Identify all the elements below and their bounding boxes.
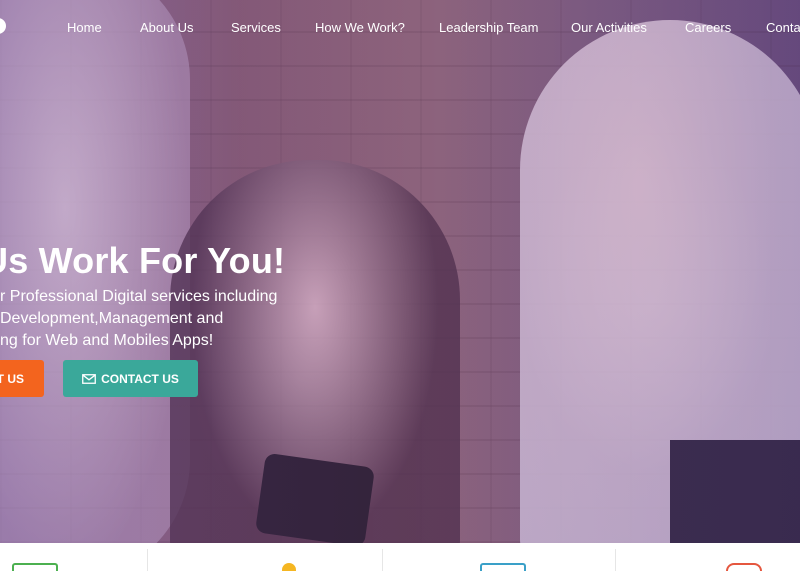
nav-item-home[interactable]: Home <box>67 20 102 35</box>
nav-item-leadership-team[interactable]: Leadership Team <box>439 20 539 35</box>
top-navigation: Home About Us Services How We Work? Lead… <box>0 0 800 56</box>
contact-us-label: CONTACT US <box>101 371 179 386</box>
primary-cta-button[interactable]: T US <box>0 360 44 397</box>
hero-banner: Home About Us Services How We Work? Lead… <box>0 0 800 543</box>
hero-headline: Us Work For You! <box>0 240 286 281</box>
divider <box>147 549 148 571</box>
nav-item-how-we-work[interactable]: How We Work? <box>315 20 405 35</box>
service-settings-icon <box>726 563 762 571</box>
nav-item-our-activities[interactable]: Our Activities <box>571 20 647 35</box>
hero-description-line: Development,Management and <box>0 310 224 327</box>
nav-item-about-us[interactable]: About Us <box>140 20 193 35</box>
mail-icon <box>82 373 97 384</box>
nav-item-contact[interactable]: Conta <box>766 20 800 35</box>
primary-cta-label: T US <box>0 371 24 386</box>
divider <box>382 549 383 571</box>
nav-item-careers[interactable]: Careers <box>685 20 731 35</box>
services-strip <box>0 543 800 571</box>
service-monitor-icon <box>480 563 526 571</box>
service-bulb-icon <box>282 563 296 571</box>
service-app-icon <box>12 563 58 571</box>
hero-description-line: ng for Web and Mobiles Apps! <box>0 332 214 349</box>
nav-item-services[interactable]: Services <box>231 20 281 35</box>
contact-us-button[interactable]: CONTACT US <box>63 360 198 397</box>
hero-description: r Professional Digital services includin… <box>0 286 277 352</box>
divider <box>615 549 616 571</box>
hero-description-line: r Professional Digital services includin… <box>0 288 278 305</box>
site-logo[interactable] <box>0 18 6 34</box>
